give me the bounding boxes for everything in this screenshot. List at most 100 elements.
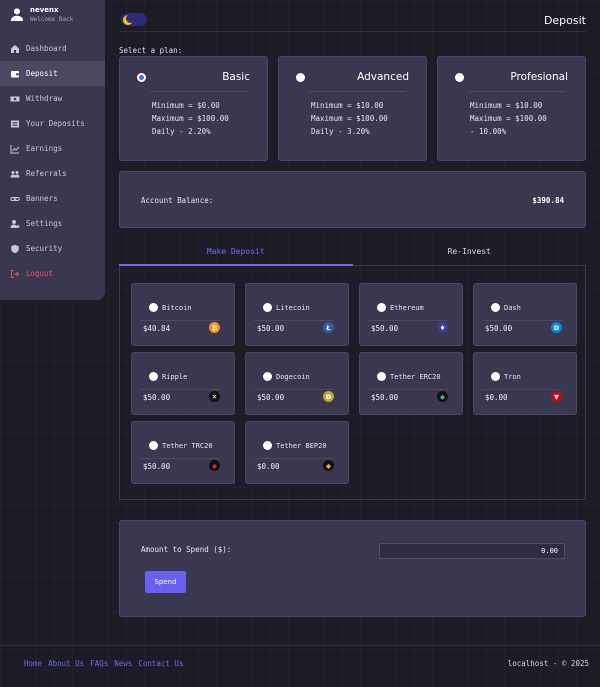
sidebar-item-label: Earnings <box>26 144 63 153</box>
shield-icon <box>10 244 20 254</box>
plan-radio[interactable] <box>137 73 146 82</box>
amount-input[interactable] <box>379 543 565 559</box>
sidebar-item-deposit[interactable]: Deposit <box>0 61 105 86</box>
theme-toggle[interactable] <box>121 13 147 26</box>
sidebar-item-label: Withdraw <box>26 94 63 103</box>
tether-bep20-icon: ◆ <box>323 460 334 471</box>
page-title: Deposit <box>543 14 586 27</box>
chart-icon <box>10 144 20 154</box>
footer-links: Home About Us FAQs News Contact Us <box>24 659 183 668</box>
gateway-name: Tron <box>504 373 521 381</box>
divider <box>254 458 334 459</box>
gateway-card-tron[interactable]: Tron $0.00 ▼ <box>473 352 577 415</box>
ripple-icon: ✕ <box>209 391 220 402</box>
spend-button[interactable]: Spend <box>145 571 186 593</box>
tab-make-deposit[interactable]: Make Deposit <box>119 240 353 266</box>
gateway-name: Ethereum <box>390 304 424 312</box>
plan-rate: - 10.00% <box>470 127 507 136</box>
sidebar-item-your-deposits[interactable]: Your Deposits <box>0 111 105 136</box>
plan-card-advanced[interactable]: Advanced Minimum = $10.00 Maximum = $100… <box>278 56 427 161</box>
divider <box>254 389 334 390</box>
sidebar-item-dashboard[interactable]: Dashboard <box>0 36 105 61</box>
sidebar-item-settings[interactable]: Settings <box>0 211 105 236</box>
select-plan-label: Select a plan: <box>119 46 183 55</box>
footer-link-about-us[interactable]: About Us <box>48 659 84 668</box>
plan-rate: Daily - 3.20% <box>311 127 370 136</box>
plan-card-basic[interactable]: Basic Minimum = $0.00 Maximum = $100.00 … <box>119 56 268 161</box>
copyright: localhost - © 2025 <box>507 659 589 668</box>
divider <box>140 389 220 390</box>
gateway-name: Tether TRC20 <box>162 442 213 450</box>
sidebar-item-withdraw[interactable]: Withdraw <box>0 86 105 111</box>
plan-rate: Daily - 2.20% <box>152 127 211 136</box>
gateway-amount: $0.00 <box>485 393 508 402</box>
account-balance-card: Account Balance: $390.84 <box>119 171 586 228</box>
gateway-name: Dogecoin <box>276 373 310 381</box>
gateway-card-litecoin[interactable]: Litecoin $50.00 Ł <box>245 283 349 346</box>
sidebar-item-label: Security <box>26 244 63 253</box>
divider <box>482 389 562 390</box>
gateway-card-tether-bep20[interactable]: Tether BEP20 $0.00 ◆ <box>245 421 349 484</box>
gateway-radio[interactable] <box>263 372 272 381</box>
bitcoin-icon: ₿ <box>209 322 220 333</box>
plan-name: Profesional <box>510 71 568 83</box>
plan-card-profesional[interactable]: Profesional Minimum = $10.00 Maximum = $… <box>437 56 586 161</box>
sidebar-nav: Dashboard Deposit Withdraw Your Deposits… <box>0 36 105 286</box>
dogecoin-icon: Ð <box>323 391 334 402</box>
divider <box>468 91 565 92</box>
sidebar-item-referrals[interactable]: Referrals <box>0 161 105 186</box>
footer-link-contact-us[interactable]: Contact Us <box>138 659 183 668</box>
gateway-amount: $50.00 <box>143 393 171 402</box>
sidebar-item-earnings[interactable]: Earnings <box>0 136 105 161</box>
gateway-radio[interactable] <box>263 441 272 450</box>
gateway-radio[interactable] <box>491 372 500 381</box>
balance-value: $390.84 <box>532 196 564 205</box>
gateway-card-tether-trc20[interactable]: Tether TRC20 $50.00 ◆ <box>131 421 235 484</box>
footer-link-home[interactable]: Home <box>24 659 42 668</box>
sidebar: nevenx Welcome Back Dashboard Deposit Wi… <box>0 0 105 300</box>
sidebar-item-security[interactable]: Security <box>0 236 105 261</box>
gateway-radio[interactable] <box>149 372 158 381</box>
plan-radio[interactable] <box>455 73 464 82</box>
gateway-amount: $40.84 <box>143 324 171 333</box>
gateway-card-ethereum[interactable]: Ethereum $50.00 ♦ <box>359 283 463 346</box>
gateway-radio[interactable] <box>263 303 272 312</box>
users-icon <box>10 169 20 179</box>
footer-link-faqs[interactable]: FAQs <box>90 659 108 668</box>
gateway-radio[interactable] <box>377 372 386 381</box>
sidebar-item-label: Your Deposits <box>26 119 85 128</box>
tether-trc20-icon: ◆ <box>209 460 220 471</box>
divider <box>368 320 448 321</box>
gateway-card-bitcoin[interactable]: Bitcoin $40.84 ₿ <box>131 283 235 346</box>
money-icon <box>10 94 20 104</box>
sidebar-item-logout[interactable]: Logout <box>0 261 105 286</box>
gateway-radio[interactable] <box>149 441 158 450</box>
plan-details: Minimum = $10.00 Maximum = $100.00 - 10.… <box>470 99 547 138</box>
gateway-card-dash[interactable]: Dash $50.00 D <box>473 283 577 346</box>
plan-maximum: Maximum = $100.00 <box>311 114 388 123</box>
gateway-card-tether-erc20[interactable]: Tether ERC20 $50.00 ◆ <box>359 352 463 415</box>
sidebar-item-label: Dashboard <box>26 44 67 53</box>
plan-details: Minimum = $10.00 Maximum = $100.00 Daily… <box>311 99 388 138</box>
divider <box>140 320 220 321</box>
gateway-radio[interactable] <box>377 303 386 312</box>
plan-minimum: Minimum = $10.00 <box>470 101 543 110</box>
footer-link-news[interactable]: News <box>114 659 132 668</box>
list-icon <box>10 119 20 129</box>
plan-radio[interactable] <box>296 73 305 82</box>
gateway-amount: $50.00 <box>143 462 171 471</box>
divider <box>368 389 448 390</box>
divider <box>150 91 247 92</box>
sidebar-item-label: Logout <box>26 269 54 278</box>
tether-erc20-icon: ◆ <box>437 391 448 402</box>
gateway-card-ripple[interactable]: Ripple $50.00 ✕ <box>131 352 235 415</box>
plan-minimum: Minimum = $10.00 <box>311 101 384 110</box>
tab-re-invest[interactable]: Re-Invest <box>353 240 587 265</box>
user-name: nevenx <box>30 5 59 14</box>
gateway-card-dogecoin[interactable]: Dogecoin $50.00 Ð <box>245 352 349 415</box>
gateway-amount: $50.00 <box>257 324 285 333</box>
gateway-radio[interactable] <box>149 303 158 312</box>
sidebar-item-banners[interactable]: Banners <box>0 186 105 211</box>
gateway-amount: $50.00 <box>371 324 399 333</box>
gateway-radio[interactable] <box>491 303 500 312</box>
